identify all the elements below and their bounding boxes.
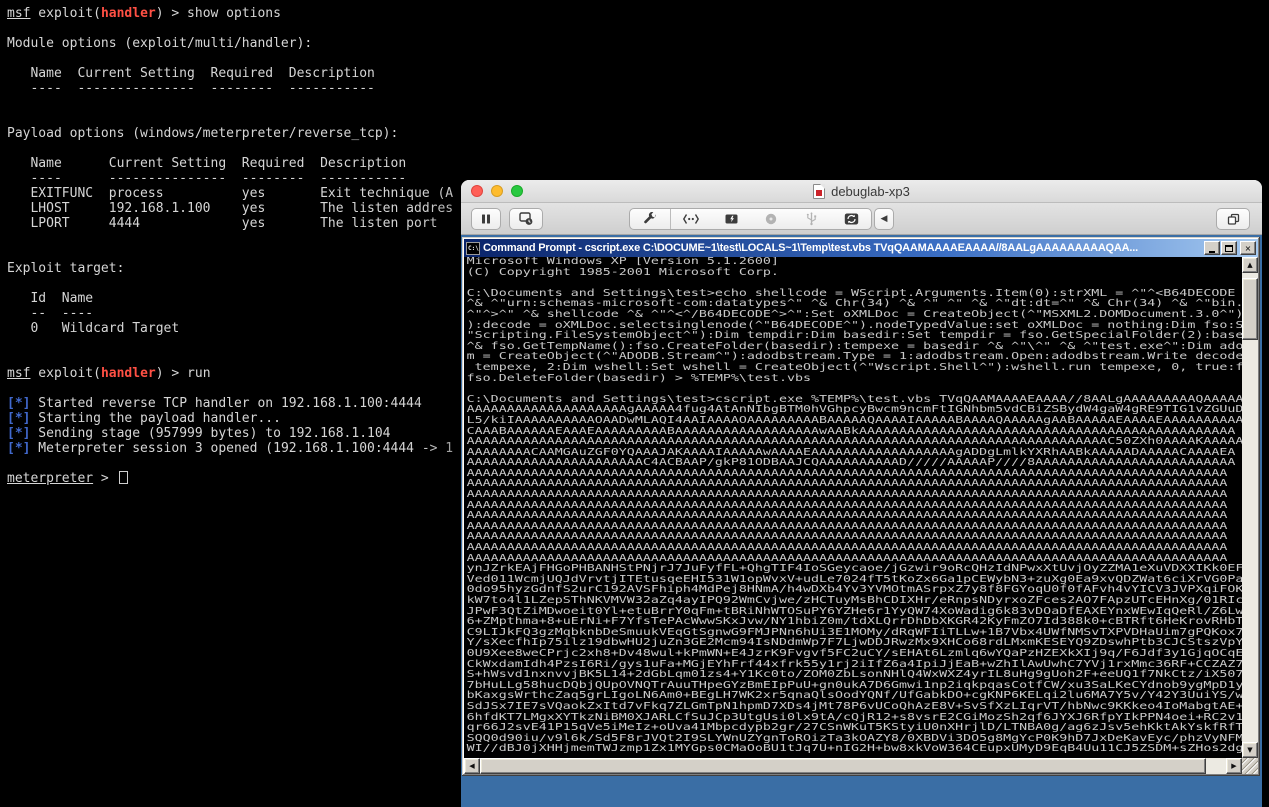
close-button[interactable]: × [1240,241,1256,255]
resize-grip[interactable] [1242,758,1258,774]
command-prompt-title: Command Prompt - cscript.exe C:\DOCUME~1… [483,242,1138,254]
collapse-toolbar-button[interactable]: ◀ [874,207,894,230]
console-line: tempexe, 2:Dim wshell:Set wshell = Creat… [466,361,1242,373]
chevron-left-icon: ◀ [880,213,888,223]
hard-disk-button[interactable] [711,209,751,229]
horizontal-scroll-track[interactable] [480,758,1226,774]
usb-button[interactable] [791,209,831,229]
scroll-right-button[interactable]: ▶ [1226,758,1242,774]
terminal-line: msf exploit(handler) > show options [7,6,281,21]
maximize-button[interactable] [1221,241,1237,255]
xp-guest-screen: C:\ Command Prompt - cscript.exe C:\DOCU… [461,235,1262,807]
vm-document-icon [813,183,826,199]
console-line: (C) Copyright 1985-2001 Microsoft Corp. [466,266,779,278]
network-adapter-button[interactable] [671,209,711,229]
command-prompt-window: C:\ Command Prompt - cscript.exe C:\DOCU… [462,237,1260,776]
vm-settings-button[interactable] [630,209,670,229]
terminal-line: Name Current Setting Required Descriptio… [7,66,375,81]
display-toggle-button[interactable] [1216,208,1250,230]
pause-icon [482,214,490,223]
traffic-lights [471,185,523,197]
terminal-line: Name Current Setting Required Descriptio… [7,156,407,171]
vmware-window: debuglab-xp3 ◀ C:\ Command Prompt - cscr… [461,180,1262,807]
arrow-up-icon: ▲ [1247,261,1253,269]
console-line: L5/kiIAAAAAAAAAAOAADwMLAQI4AAIAAAAOAAAAA… [466,414,1242,426]
console-line: WI//dBJ0jXHHjmemTWJzmp1Zx1MYGps0CMaOoBU1… [466,743,1242,755]
wrench-icon [644,211,656,223]
cd-rom-icon [765,213,777,224]
terminal-line: Payload options (windows/meterpreter/rev… [7,126,399,141]
pause-vm-button[interactable] [471,207,501,230]
console-line: Microsoft Windows XP [Version 5.1.2600] [466,257,779,267]
horizontal-scrollbar[interactable]: ◀ ▶ [464,758,1258,774]
arrow-right-icon: ▶ [1231,762,1237,770]
arrow-left-icon: ◀ [469,762,475,770]
vertical-scrollbar[interactable]: ▲ ▼ [1242,257,1258,758]
terminal-line: Module options (exploit/multi/handler): [7,36,313,51]
display-toggle-icon [1227,213,1239,225]
vmware-toolbar: ◀ [461,203,1262,235]
sync-button[interactable] [831,209,871,229]
scroll-up-button[interactable]: ▲ [1242,257,1258,273]
arrow-down-icon: ▼ [1247,746,1253,754]
vertical-scroll-thumb[interactable] [1242,278,1258,340]
snapshot-icon [519,212,533,225]
terminal-line: ---- --------------- -------- ----------… [7,81,375,96]
maximize-icon [1225,244,1233,252]
zoom-window-button[interactable] [511,185,523,197]
network-signal-icon [682,213,700,224]
console-line: fso.DeleteFolder(basedir) > %TEMP%\test.… [466,372,811,384]
close-window-button[interactable] [471,185,483,197]
scroll-down-button[interactable]: ▼ [1242,742,1258,758]
command-prompt-titlebar[interactable]: C:\ Command Prompt - cscript.exe C:\DOCU… [464,239,1258,257]
scroll-left-button[interactable]: ◀ [464,758,480,774]
minimize-icon [1209,250,1215,253]
console-output-area[interactable]: Microsoft Windows XP [Version 5.1.2600](… [464,257,1242,758]
ms-dos-icon: C:\ [466,241,480,255]
close-icon: × [1244,243,1252,253]
minimize-button[interactable] [1204,241,1220,255]
console-line: ^"^>^" ^& shellcode ^& ^"^<^/B64DECODE^>… [466,308,1242,320]
cd-rom-button[interactable] [751,209,791,229]
vm-window-title: debuglab-xp3 [831,183,910,199]
console-line: kW7to4l1LZepSThNKVMVW32aZq4ayIPQ92WmCvjw… [466,595,1242,606]
usb-icon [806,212,816,226]
sync-arrows-icon [844,213,858,224]
snapshot-button[interactable] [509,207,543,230]
console-line: SdJSx7IE7sVQaokZxItd7vFkq7ZLGmTpN1hpmD7X… [466,700,1242,712]
console-text: Microsoft Windows XP [Version 5.1.2600](… [464,257,1242,755]
vmware-titlebar[interactable]: debuglab-xp3 [461,180,1262,203]
console-line: 0U9Xee8weCPrjc2xh8+Dv48wul+kPmWN+E4JzrK9… [466,647,1242,659]
minimize-window-button[interactable] [491,185,503,197]
horizontal-scroll-thumb[interactable] [480,758,1206,774]
device-toolbar-group [629,207,872,230]
hard-disk-icon [725,214,737,223]
